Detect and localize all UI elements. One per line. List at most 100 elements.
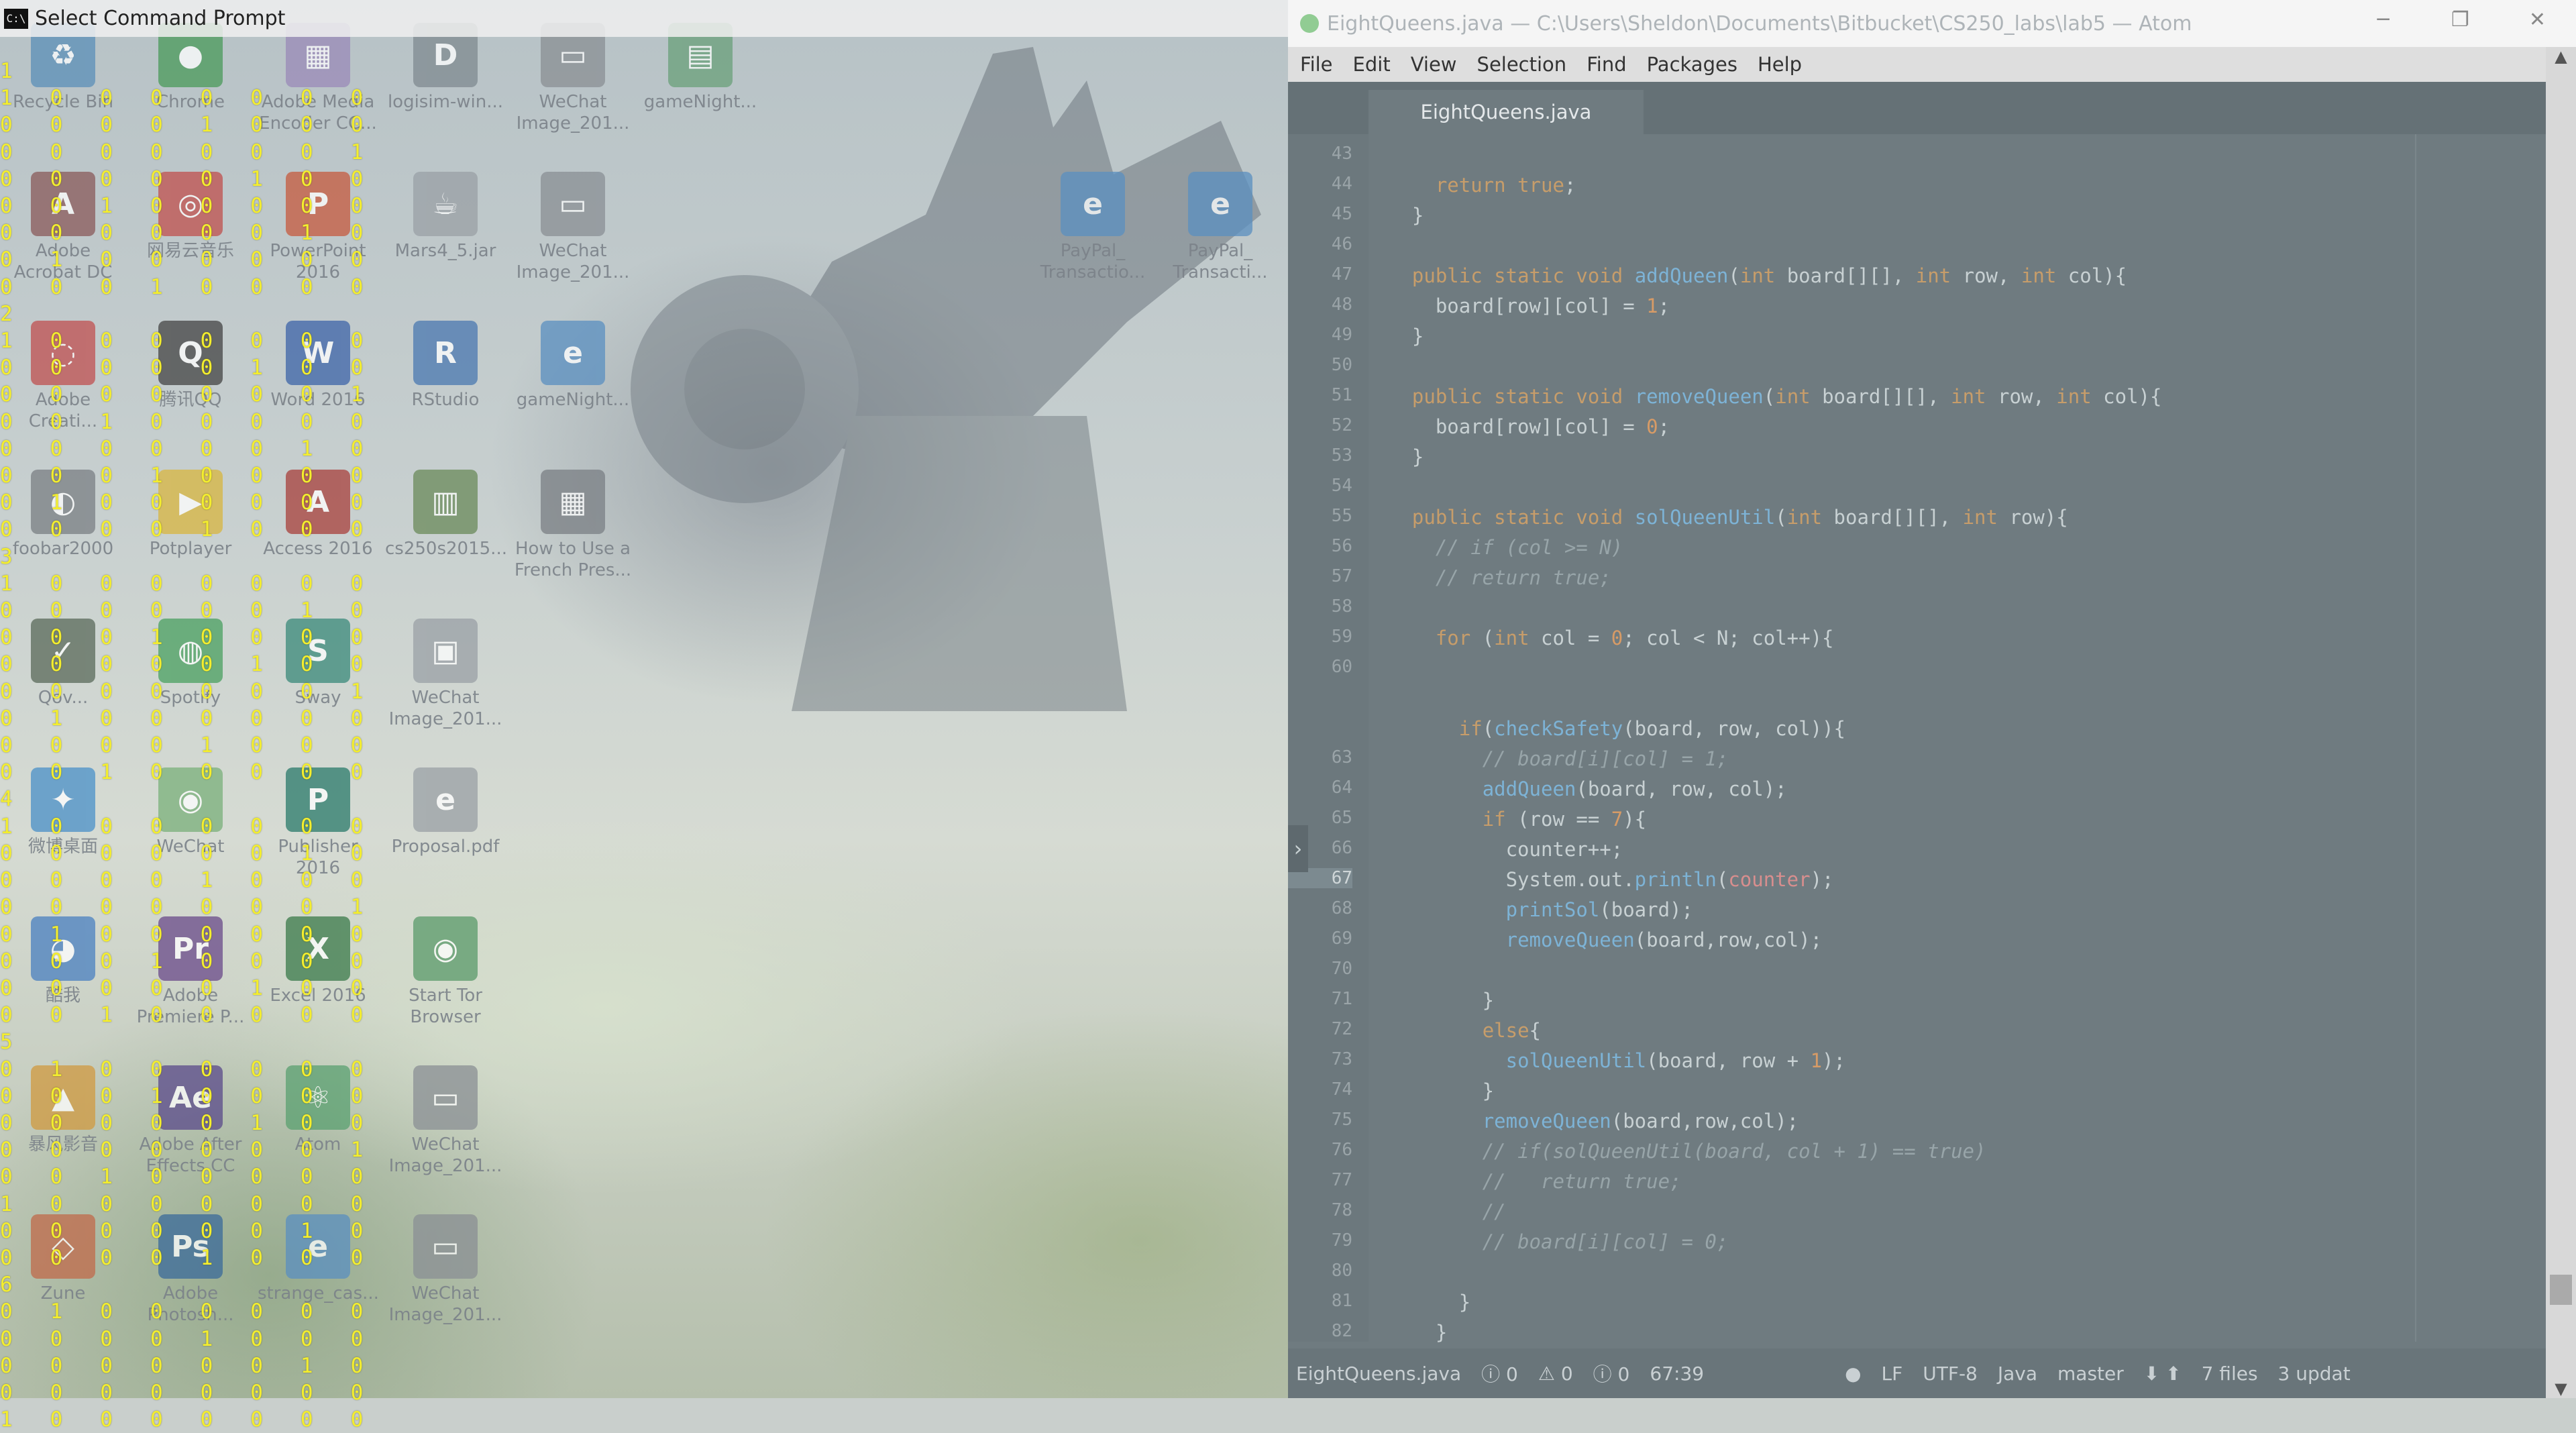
desktop-icon-gamenight2[interactable]: e gameNight...	[513, 311, 633, 452]
line-code: public static void removeQueen(int board…	[1411, 385, 2162, 408]
code-line[interactable]: 73 solQueenUtil(board, row + 1);	[1288, 1047, 2546, 1077]
editor-scrollbar[interactable]: ▲ ▼	[2546, 47, 2576, 1398]
code-line[interactable]: 74 }	[1288, 1077, 2546, 1107]
desktop-icon-wechat3[interactable]: ▣ WeChat Image_201...	[385, 609, 506, 750]
code-line[interactable]: 58	[1288, 594, 2546, 624]
tab-eightqueens-java[interactable]: EightQueens.java	[1368, 90, 1644, 134]
code-line[interactable]: 43	[1288, 141, 2546, 171]
code-line[interactable]: 77 // return true;	[1288, 1167, 2546, 1198]
status-grammar[interactable]: Java	[1998, 1363, 2037, 1385]
status-package-updates[interactable]: 3 updat	[2278, 1363, 2351, 1385]
code-line[interactable]: 75 removeQueen(board,row,col);	[1288, 1107, 2546, 1137]
code-line[interactable]: 47 public static void addQueen(int board…	[1288, 262, 2546, 292]
status-cursor-position[interactable]: 67:39	[1650, 1363, 1704, 1385]
atom-titlebar[interactable]: EightQueens.java — C:\Users\Sheldon\Docu…	[1288, 0, 2576, 47]
code-line[interactable]: 50	[1288, 352, 2546, 382]
code-line[interactable]: 81 }	[1288, 1288, 2546, 1318]
minimize-button[interactable]: ─	[2345, 0, 2422, 39]
line-number: 74	[1331, 1079, 1352, 1100]
howto-icon: ▦	[541, 470, 605, 534]
code-line[interactable]: 57 // return true;	[1288, 564, 2546, 594]
menu-packages[interactable]: Packages	[1647, 53, 1737, 76]
desktop-icon-proposal[interactable]: e Proposal.pdf	[385, 758, 506, 899]
code-line[interactable]: 71 }	[1288, 986, 2546, 1016]
code-editor[interactable]: 43 44 return true; 45 } 46 47 public static …	[1288, 134, 2546, 1344]
code-line[interactable]: if(checkSafety(board, row, col)){	[1288, 714, 2546, 745]
scroll-up-icon[interactable]: ▲	[2546, 47, 2576, 66]
command-prompt-title: Select Command Prompt	[35, 7, 286, 30]
line-number: 82	[1331, 1321, 1352, 1341]
desktop-icon-wechat5[interactable]: ▭ WeChat Image_201...	[385, 1205, 506, 1346]
code-line[interactable]	[1288, 684, 2546, 714]
code-line[interactable]: 69 removeQueen(board,row,col);	[1288, 926, 2546, 956]
line-number: 79	[1331, 1230, 1352, 1251]
line-number: 54	[1331, 476, 1352, 496]
desktop-icon-wechat4[interactable]: ▭ WeChat Image_201...	[385, 1056, 506, 1197]
scroll-down-icon[interactable]: ▼	[2546, 1379, 2576, 1398]
menu-selection[interactable]: Selection	[1477, 53, 1567, 76]
status-errors[interactable]: ⓘ 0	[1481, 1360, 1518, 1387]
code-line[interactable]: 66 counter++;	[1288, 835, 2546, 865]
status-infos[interactable]: ⓘ 0	[1593, 1360, 1630, 1387]
code-line[interactable]: 79 // board[i][col] = 0;	[1288, 1228, 2546, 1258]
menu-edit[interactable]: Edit	[1353, 53, 1391, 76]
menu-help[interactable]: Help	[1758, 53, 1802, 76]
scroll-thumb[interactable]	[2550, 1275, 2572, 1305]
code-line[interactable]: 70	[1288, 956, 2546, 986]
line-number: 75	[1331, 1110, 1352, 1130]
code-line[interactable]: 76 // if(solQueenUtil(board, col + 1) ==…	[1288, 1137, 2546, 1167]
status-encoding[interactable]: UTF-8	[1923, 1363, 1978, 1385]
status-project-files[interactable]: 7 files	[2202, 1363, 2258, 1385]
desktop-icon-cs250[interactable]: ▥ cs250s2015...	[385, 460, 507, 601]
code-line[interactable]: 67 System.out.println(counter);	[1288, 865, 2546, 896]
code-line[interactable]: 44 return true;	[1288, 171, 2546, 201]
eight-queens-solution-output: 1 1 0 0 0 0 0 0 0 0 0 0 0 1 0 0 0 0 0 0 …	[0, 59, 364, 1432]
code-line[interactable]: 49 }	[1288, 322, 2546, 352]
code-line[interactable]: 82 }	[1288, 1318, 2546, 1348]
desktop-icon-paypal1[interactable]: e PayPal_ Transactio...	[1032, 162, 1153, 303]
code-line[interactable]: 68 printSol(board);	[1288, 896, 2546, 926]
code-line[interactable]: 45 }	[1288, 201, 2546, 231]
status-git-branch[interactable]: master	[2057, 1363, 2124, 1385]
code-line[interactable]: 64 addQueen(board, row, col);	[1288, 775, 2546, 805]
desktop-icon-howto[interactable]: ▦ How to Use a French Pres...	[513, 460, 633, 601]
code-line[interactable]: 72 else{	[1288, 1016, 2546, 1047]
status-line-ending[interactable]: LF	[1882, 1363, 1903, 1385]
window-controls: ─ ❐ ✕	[2345, 0, 2576, 47]
desktop-icon-tor[interactable]: ◉ Start Tor Browser	[385, 907, 506, 1048]
desktop-icon-paypal2[interactable]: e PayPal_ Transacti...	[1160, 162, 1281, 303]
code-line[interactable]: 56 // if (col >= N)	[1288, 533, 2546, 564]
restore-button[interactable]: ❐	[2422, 0, 2499, 39]
code-line[interactable]: 63 // board[i][col] = 1;	[1288, 745, 2546, 775]
gamenight2-icon: e	[541, 321, 605, 385]
desktop-icon-label: Mars4_5.jar	[394, 241, 496, 261]
menu-file[interactable]: File	[1300, 53, 1333, 76]
code-line[interactable]: 65 if (row == 7){	[1288, 805, 2546, 835]
close-button[interactable]: ✕	[2499, 0, 2576, 39]
tree-view-toggle-icon[interactable]: ›	[1288, 825, 1308, 872]
code-line[interactable]: 53 }	[1288, 443, 2546, 473]
desktop-icon-wechat2[interactable]: ▭ WeChat Image_201...	[513, 162, 633, 303]
code-line[interactable]: 46	[1288, 231, 2546, 262]
code-line[interactable]: 54	[1288, 473, 2546, 503]
status-file-path[interactable]: EightQueens.java	[1296, 1363, 1461, 1385]
line-number: 78	[1331, 1200, 1352, 1220]
code-line[interactable]: 55 public static void solQueenUtil(int b…	[1288, 503, 2546, 533]
code-line[interactable]: 59 for (int col = 0; col < N; col++){	[1288, 624, 2546, 654]
status-warnings[interactable]: ⚠ 0	[1538, 1363, 1573, 1385]
git-fetch-icon[interactable]: ⬇ ⬆	[2144, 1363, 2182, 1385]
desktop-icon-label: cs250s2015...	[385, 539, 507, 559]
code-line[interactable]: 52 board[row][col] = 0;	[1288, 413, 2546, 443]
command-prompt-titlebar[interactable]: C:\ Select Command Prompt	[0, 0, 1288, 37]
line-code: public static void addQueen(int board[][…	[1411, 264, 2127, 287]
desktop-icon-rstudio[interactable]: R RStudio	[385, 311, 506, 452]
menu-view[interactable]: View	[1411, 53, 1457, 76]
code-line[interactable]: 48 board[row][col] = 1;	[1288, 292, 2546, 322]
code-line[interactable]: 78 //	[1288, 1198, 2546, 1228]
code-line[interactable]: 51 public static void removeQueen(int bo…	[1288, 382, 2546, 413]
desktop-icon-mars[interactable]: ☕ Mars4_5.jar	[385, 162, 506, 303]
code-line[interactable]: 60	[1288, 654, 2546, 684]
code-line[interactable]: 80	[1288, 1258, 2546, 1288]
menu-find[interactable]: Find	[1587, 53, 1626, 76]
line-code: }	[1389, 445, 1424, 468]
